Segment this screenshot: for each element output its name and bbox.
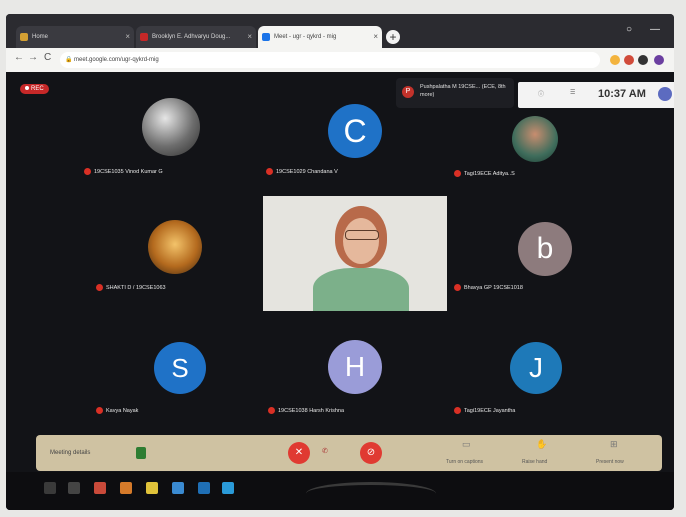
participant-name: Tagi19ECE Jayantha xyxy=(454,407,515,414)
participant-name: 19CSE1038 Harsh Krishna xyxy=(268,407,344,414)
self-avatar[interactable] xyxy=(658,87,672,101)
mic-toggle-button[interactable]: ✕ xyxy=(288,442,310,464)
present-icon: ⊞ xyxy=(610,439,618,449)
muted-mic-icon xyxy=(454,170,461,177)
address-toolbar: ← → C 🔒 meet.google.com/ugr-qykrd-mig xyxy=(6,48,674,72)
muted-mic-icon xyxy=(454,407,461,414)
participant-name: Tagi19ECE Aditya..S xyxy=(454,170,515,177)
captions-icon: ▭ xyxy=(462,439,471,449)
search-icon[interactable] xyxy=(68,482,80,494)
extension-icon[interactable] xyxy=(638,55,648,65)
active-speaker-tile[interactable] xyxy=(263,196,447,311)
url-text: meet.google.com/ugr-qykrd-mig xyxy=(74,57,159,63)
app-icon[interactable] xyxy=(146,482,158,494)
forward-icon[interactable]: → xyxy=(28,52,38,63)
participant-name: 19CSE1029 Chandana V xyxy=(266,168,338,175)
app-icon[interactable] xyxy=(94,482,106,494)
participant-photo xyxy=(148,220,202,274)
shield-icon xyxy=(136,447,146,459)
new-tab-button[interactable]: + xyxy=(386,30,400,44)
extension-icon[interactable] xyxy=(610,55,620,65)
raise-hand-button[interactable]: Raise hand xyxy=(522,459,547,465)
tab-home[interactable]: Home × xyxy=(16,26,134,48)
os-taskbar xyxy=(6,472,674,510)
chrome-icon[interactable] xyxy=(198,482,210,494)
captions-button[interactable]: Turn on captions xyxy=(446,459,483,465)
muted-mic-icon xyxy=(96,284,103,291)
meet-controls-bar: Meeting details ✕ ✆ ⊘ ▭ Turn on captions… xyxy=(36,435,662,471)
muted-mic-icon xyxy=(454,284,461,291)
end-call-icon[interactable]: ✆ xyxy=(322,447,328,455)
url-bar[interactable]: 🔒 meet.google.com/ugr-qykrd-mig xyxy=(60,52,600,68)
participant-photo xyxy=(512,116,558,162)
lock-icon: 🔒 xyxy=(65,57,73,63)
home-icon xyxy=(20,33,28,41)
present-now-button[interactable]: Present now xyxy=(596,459,624,465)
participant-name: Bhavya GP 19CSE1018 xyxy=(454,284,523,291)
participant-photo xyxy=(142,98,200,156)
participant-avatar: b xyxy=(518,222,572,276)
participant-avatar: J xyxy=(510,342,562,394)
presenter-text: Pushpalatha M 19CSE... (ECE, 8th more) xyxy=(420,84,506,98)
speaker-face xyxy=(343,218,379,264)
start-icon[interactable] xyxy=(44,482,56,494)
camera-toggle-button[interactable]: ⊘ xyxy=(360,442,382,464)
browser-tab-bar: Home × Brooklyn E. Adhvaryu Doug... × Me… xyxy=(6,14,674,48)
participant-avatar: C xyxy=(328,104,382,158)
people-icon[interactable]: ☰ xyxy=(570,89,575,96)
hand-icon: ✋ xyxy=(536,439,548,449)
presenter-avatar: P xyxy=(402,86,414,98)
muted-mic-icon xyxy=(268,407,275,414)
muted-mic-icon xyxy=(84,168,91,175)
glasses-icon xyxy=(345,230,379,240)
tab-label: Brooklyn E. Adhvaryu Doug... xyxy=(152,34,231,40)
participant-name: SHAKTI D / 19CSE1063 xyxy=(96,284,166,291)
presenting-notice[interactable]: P Pushpalatha M 19CSE... (ECE, 8th more) xyxy=(396,78,514,108)
app-icon[interactable] xyxy=(222,482,234,494)
profile-avatar[interactable] xyxy=(654,55,664,65)
participant-avatar: S xyxy=(154,342,206,394)
close-icon[interactable]: × xyxy=(373,26,378,48)
muted-mic-icon xyxy=(96,407,103,414)
tab-gmail[interactable]: Brooklyn E. Adhvaryu Doug... × xyxy=(136,26,256,48)
tab-label: Meet - ugr - qykrd - mig xyxy=(274,34,337,40)
app-icon[interactable] xyxy=(120,482,132,494)
tab-meet[interactable]: Meet - ugr - qykrd - mig × xyxy=(258,26,382,48)
meet-top-bar: ⓘ ☰ 10:37 AM xyxy=(518,82,674,108)
participant-name: 19CSE1035 Vinod Kumar G xyxy=(84,168,163,175)
extension-icon[interactable] xyxy=(624,55,634,65)
meet-call-area: REC P Pushpalatha M 19CSE... (ECE, 8th m… xyxy=(6,72,674,510)
participant-name: Kavya Nayak xyxy=(96,407,138,414)
tab-label: Home xyxy=(32,34,49,40)
reload-icon[interactable]: C xyxy=(44,52,51,63)
meeting-details-button[interactable]: Meeting details xyxy=(50,450,90,456)
close-icon[interactable]: × xyxy=(247,26,252,48)
gmail-icon xyxy=(140,33,148,41)
reflection-shape xyxy=(306,482,436,505)
monitor-screen: Home × Brooklyn E. Adhvaryu Doug... × Me… xyxy=(6,14,674,510)
info-icon[interactable]: ⓘ xyxy=(538,89,544,98)
app-icon[interactable] xyxy=(172,482,184,494)
speaker-shirt xyxy=(313,268,409,311)
participant-avatar: H xyxy=(328,340,382,394)
close-icon[interactable]: × xyxy=(125,26,130,48)
back-icon[interactable]: ← xyxy=(14,52,24,63)
restore-window-icon[interactable]: ○ xyxy=(626,24,632,35)
minimize-window-icon[interactable]: — xyxy=(650,24,660,35)
meet-icon xyxy=(262,33,270,41)
muted-mic-icon xyxy=(266,168,273,175)
recording-badge: REC xyxy=(20,84,49,94)
clock: 10:37 AM xyxy=(598,88,646,100)
